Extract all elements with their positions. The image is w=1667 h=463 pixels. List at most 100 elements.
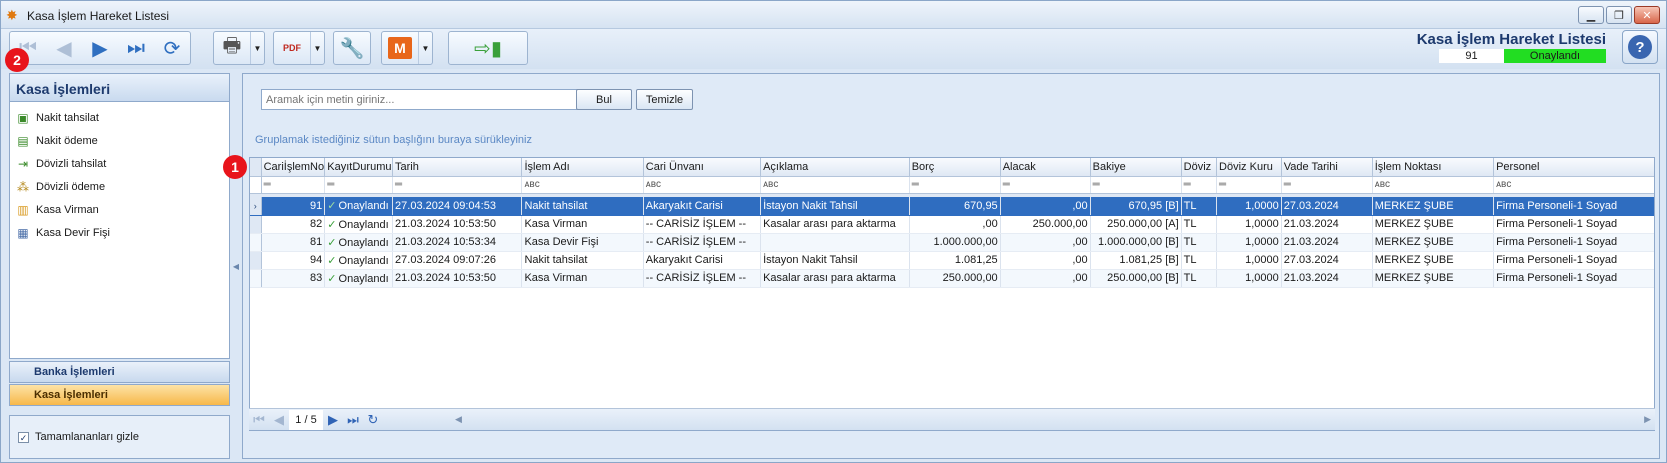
- clear-button[interactable]: Temizle: [636, 89, 693, 110]
- filter-equals-icon[interactable]: ═: [909, 176, 1001, 194]
- column-header[interactable]: Açıklama: [760, 158, 910, 177]
- filter-equals-icon[interactable]: ═: [261, 176, 326, 194]
- m-group: M ▼: [381, 31, 433, 65]
- cell-account: Akaryakıt Carisi: [643, 251, 762, 270]
- table-row[interactable]: 83 ✓ Onaylandı 21.03.2024 10:53:50 Kasa V…: [250, 269, 1654, 288]
- close-button[interactable]: ✕: [1634, 6, 1660, 24]
- search-input[interactable]: [261, 89, 609, 110]
- cell-account: Akaryakıt Carisi: [643, 197, 762, 216]
- cell-account: -- CARİSİZ İŞLEM --: [643, 233, 762, 252]
- pager-first-icon[interactable]: ⏮: [249, 412, 269, 428]
- pager-refresh-icon[interactable]: ↻: [363, 412, 383, 428]
- table-row[interactable]: 81 ✓ Onaylandı 21.03.2024 10:53:34 Kasa D…: [250, 233, 1654, 252]
- left-navigation: Kasa İşlemleri ▣ Nakit tahsilat ▤ Nakit öd…: [9, 73, 230, 459]
- cell-credit: ,00: [1000, 251, 1091, 270]
- nav-item-nakit-odeme[interactable]: ▤ Nakit ödeme: [10, 129, 229, 152]
- export-group: PDF ▼: [273, 31, 325, 65]
- filter-text-icon[interactable]: ᴀʙᴄ: [643, 176, 762, 194]
- last-record-icon[interactable]: ⏭: [118, 32, 154, 64]
- pager-last-icon[interactable]: ⏭: [343, 412, 363, 428]
- nav-item-dovizli-odeme[interactable]: ⁂ Dövizli ödeme: [10, 175, 229, 198]
- cell-branch: MERKEZ ŞUBE: [1372, 233, 1495, 252]
- status-text: Onaylandı: [338, 272, 389, 285]
- help-button[interactable]: ?: [1622, 30, 1658, 64]
- cell-credit: ,00: [1000, 233, 1091, 252]
- column-header[interactable]: Döviz: [1181, 158, 1218, 177]
- grid-header-row: CariİşlemNo KayıtDurumu Tarih İşlem Adı …: [250, 158, 1654, 177]
- find-button[interactable]: Bul: [576, 89, 632, 110]
- cell-staff: Firma Personeli-1 Soyad: [1493, 269, 1654, 288]
- pager-next-icon[interactable]: ▶: [323, 412, 343, 428]
- nav-item-kasa-devir-fisi[interactable]: ▦ Kasa Devir Fişi: [10, 221, 229, 244]
- filter-equals-icon[interactable]: ═: [1000, 176, 1091, 194]
- previous-record-icon[interactable]: ◀: [46, 32, 82, 64]
- column-header[interactable]: Personel: [1493, 158, 1654, 177]
- scroll-left-icon[interactable]: ◀: [455, 414, 462, 425]
- column-header[interactable]: Borç: [909, 158, 1001, 177]
- wrench-icon[interactable]: 🔧: [334, 32, 370, 64]
- pdf-save-icon[interactable]: PDF: [274, 32, 310, 64]
- restore-button[interactable]: ❐: [1606, 6, 1632, 24]
- nav-item-kasa-virman[interactable]: ▥ Kasa Virman: [10, 198, 229, 221]
- exit-door-icon[interactable]: ⇨▮: [470, 32, 506, 64]
- filter-text-icon[interactable]: ᴀʙᴄ: [521, 176, 644, 194]
- column-header[interactable]: Döviz Kuru: [1216, 158, 1282, 177]
- filter-equals-icon[interactable]: ═: [324, 176, 394, 194]
- hide-completed-option[interactable]: ✓ Tamamlananları gizle: [9, 415, 230, 459]
- cell-no: 94: [261, 251, 326, 270]
- cell-account: -- CARİSİZ İŞLEM --: [643, 215, 762, 234]
- check-icon: ✓: [327, 236, 337, 249]
- filter-equals-icon[interactable]: ═: [1090, 176, 1182, 194]
- filter-equals-icon[interactable]: ═: [392, 176, 523, 194]
- cell-status: ✓ Onaylandı: [324, 269, 394, 288]
- cell-credit: 250.000,00: [1000, 215, 1091, 234]
- column-header[interactable]: İşlem Noktası: [1372, 158, 1495, 177]
- refresh-icon[interactable]: ⟳: [154, 32, 190, 64]
- column-header[interactable]: KayıtDurumu: [324, 158, 394, 177]
- cell-description: [760, 233, 910, 252]
- nav-item-dovizli-tahsilat[interactable]: ⇥ Dövizli tahsilat: [10, 152, 229, 175]
- filter-text-icon[interactable]: ᴀʙᴄ: [760, 176, 910, 194]
- help-icon: ?: [1628, 35, 1652, 59]
- cell-balance: 1.081,25 [B]: [1090, 251, 1182, 270]
- print-dropdown-icon[interactable]: ▼: [250, 32, 264, 64]
- filter-equals-icon[interactable]: ═: [1216, 176, 1282, 194]
- table-row[interactable]: 82 ✓ Onaylandı 21.03.2024 10:53:50 Kasa V…: [250, 215, 1654, 234]
- column-header[interactable]: Vade Tarihi: [1281, 158, 1373, 177]
- panel-splitter[interactable]: ◀: [232, 73, 240, 459]
- table-row[interactable]: › 91 ✓ Onaylandı 27.03.2024 09:04:53 Naki…: [250, 197, 1654, 216]
- column-header[interactable]: Alacak: [1000, 158, 1091, 177]
- export-dropdown-icon[interactable]: ▼: [310, 32, 324, 64]
- table-row[interactable]: 94 ✓ Onaylandı 27.03.2024 09:07:26 Nakit …: [250, 251, 1654, 270]
- tools-group: 🔧: [333, 31, 371, 65]
- pager-prev-icon[interactable]: ◀: [269, 412, 289, 428]
- column-header[interactable]: İşlem Adı: [521, 158, 644, 177]
- cell-account: -- CARİSİZ İŞLEM --: [643, 269, 762, 288]
- nav-group-banka[interactable]: Banka İşlemleri: [9, 361, 230, 383]
- cell-date: 21.03.2024 10:53:50: [392, 269, 523, 288]
- status-text: Onaylandı: [338, 254, 389, 267]
- filter-indicator: [250, 176, 262, 194]
- filter-text-icon[interactable]: ᴀʙᴄ: [1372, 176, 1495, 194]
- nav-group-kasa[interactable]: Kasa İşlemleri: [9, 384, 230, 406]
- column-header[interactable]: Tarih: [392, 158, 523, 177]
- window-title: Kasa İşlem Hareket Listesi: [27, 9, 170, 23]
- cell-credit: ,00: [1000, 197, 1091, 216]
- cell-due-date: 27.03.2024: [1281, 251, 1373, 270]
- next-record-icon[interactable]: ▶: [82, 32, 118, 64]
- column-header[interactable]: CariİşlemNo: [261, 158, 326, 177]
- column-header[interactable]: Cari Ünvanı: [643, 158, 762, 177]
- filter-equals-icon[interactable]: ═: [1181, 176, 1218, 194]
- m-dropdown-icon[interactable]: ▼: [418, 32, 432, 64]
- form-title: Kasa İşlem Hareket Listesi: [1416, 31, 1606, 48]
- scroll-right-icon[interactable]: ▶: [1644, 414, 1651, 425]
- filter-equals-icon[interactable]: ═: [1281, 176, 1373, 194]
- grid-corner: [250, 158, 262, 177]
- m-module-icon[interactable]: M: [382, 32, 418, 64]
- printer-icon[interactable]: 🖶: [214, 32, 250, 64]
- hide-completed-checkbox[interactable]: ✓: [18, 431, 29, 443]
- nav-item-nakit-tahsilat[interactable]: ▣ Nakit tahsilat: [10, 106, 229, 129]
- column-header[interactable]: Bakiye: [1090, 158, 1182, 177]
- filter-text-icon[interactable]: ᴀʙᴄ: [1493, 176, 1654, 194]
- minimize-button[interactable]: ▁: [1578, 6, 1604, 24]
